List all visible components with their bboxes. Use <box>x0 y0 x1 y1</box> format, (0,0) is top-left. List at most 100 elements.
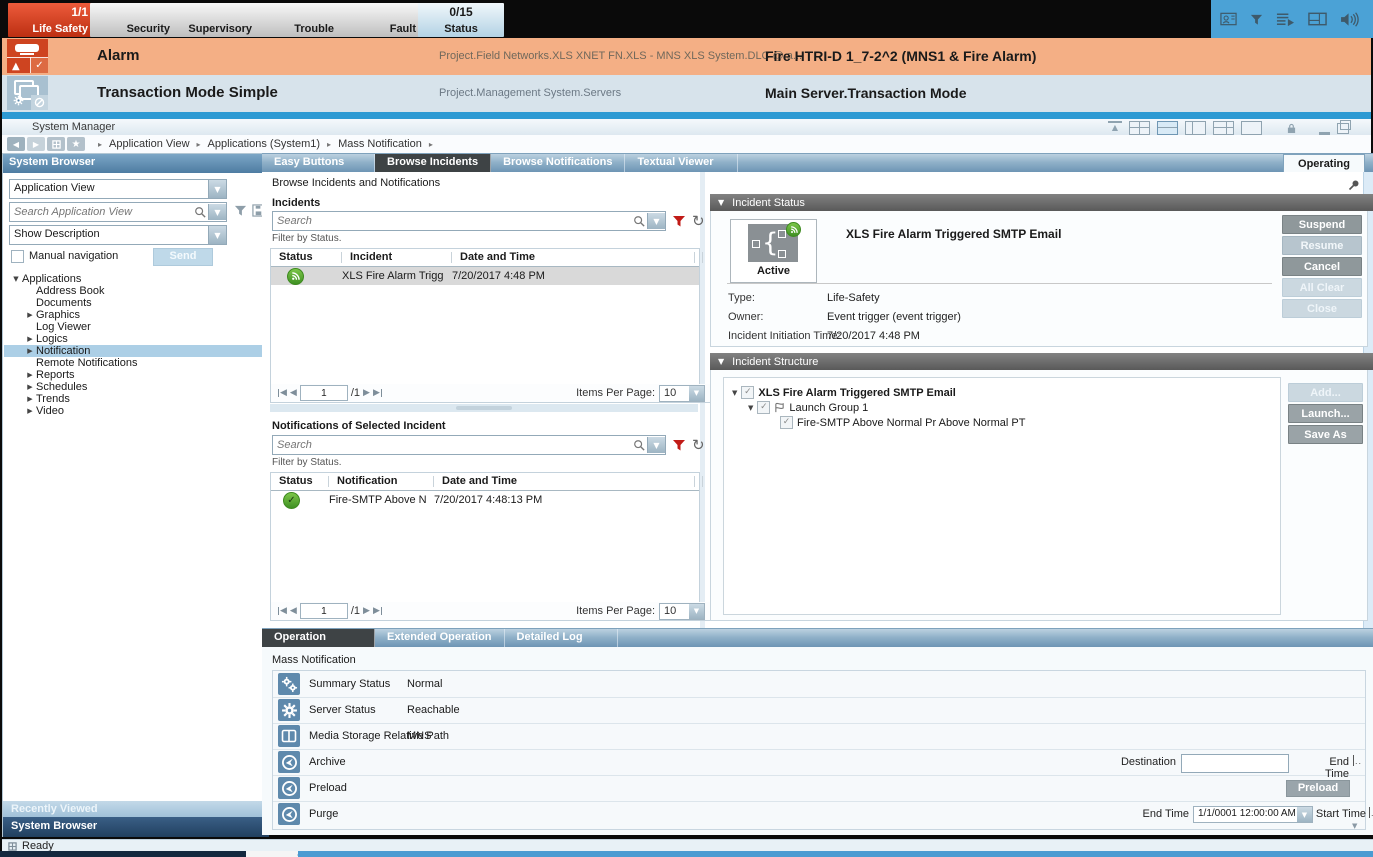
lock-icon[interactable] <box>1287 123 1296 134</box>
chevron-down-icon[interactable]: ▼ <box>208 226 226 244</box>
tree-item-reports[interactable]: ▶Reports <box>4 369 280 381</box>
incident-status-header[interactable]: ▼ Incident Status <box>710 194 1373 211</box>
supervisory-button[interactable]: Supervisory <box>172 3 258 37</box>
send-button[interactable]: Send <box>153 248 213 266</box>
refresh-icon[interactable]: ↻ <box>692 439 705 451</box>
datetime-picker-icon[interactable]: .. <box>1353 755 1362 766</box>
close-button[interactable]: Close <box>1282 299 1362 318</box>
layout-panes-icon[interactable] <box>1308 12 1327 26</box>
page-prev-icon[interactable]: ◀ <box>290 606 297 616</box>
tree-item-applications[interactable]: ▼Applications <box>4 273 266 285</box>
breadcrumb-item-mass-notification[interactable]: Mass Notification <box>338 138 422 150</box>
page-number-input[interactable] <box>300 385 348 401</box>
collapse-icon[interactable]: ▼ <box>718 198 724 207</box>
tree-item-schedules[interactable]: ▶Schedules <box>4 381 280 393</box>
tab-operation[interactable]: Operation <box>262 629 375 648</box>
tab-extended-operation[interactable]: Extended Operation <box>375 629 505 648</box>
filter-status-icon[interactable] <box>672 438 686 452</box>
manual-navigation-checkbox[interactable] <box>11 250 24 263</box>
breadcrumb-item-applications[interactable]: Applications (System1) <box>208 138 321 150</box>
layout-hsplit-icon[interactable] <box>1157 121 1178 135</box>
restore-icon[interactable] <box>1337 123 1349 134</box>
layout-leftcol-icon[interactable] <box>1185 121 1206 135</box>
horizontal-scrollbar[interactable] <box>0 851 1373 857</box>
add-button[interactable]: Add... <box>1288 383 1363 402</box>
launch-button[interactable]: Launch... <box>1288 404 1363 423</box>
collapse-icon[interactable]: ▼ <box>718 357 724 366</box>
tab-easy-buttons[interactable]: Easy Buttons <box>262 154 375 173</box>
destination-input[interactable] <box>1181 754 1289 773</box>
alarm-event-row[interactable]: ▲ ✓ Alarm Project.Field Networks.XLS XNE… <box>2 38 1371 75</box>
minimize-icon[interactable] <box>1319 122 1330 135</box>
resume-button[interactable]: Resume <box>1282 236 1362 255</box>
col-datetime[interactable]: Date and Time <box>434 473 695 490</box>
tab-browse-incidents[interactable]: Browse Incidents <box>375 154 491 173</box>
col-notification[interactable]: Notification <box>329 473 434 490</box>
structure-leaf-item[interactable]: ✓ Fire-SMTP Above Normal Pr Above Normal… <box>780 416 1025 429</box>
purge-action-icon[interactable] <box>278 803 300 825</box>
archive-action-icon[interactable] <box>278 751 300 773</box>
fault-button[interactable]: Fault <box>336 3 422 37</box>
scroll-down-icon[interactable]: ▼ <box>1352 822 1357 830</box>
preload-button[interactable]: Preload <box>1286 780 1350 797</box>
tree-item-logics[interactable]: ▶Logics <box>4 333 280 345</box>
tab-detailed-log[interactable]: Detailed Log <box>505 629 618 648</box>
tree-item-documents[interactable]: Documents <box>4 297 280 309</box>
col-status[interactable]: Status <box>271 249 342 266</box>
smoke-detector-alarm-icon[interactable]: ▲ ✓ <box>7 39 48 73</box>
suspend-button[interactable]: Suspend <box>1282 215 1362 234</box>
incident-row[interactable]: XLS Fire Alarm Triggere 7/20/2017 4:48 P… <box>271 267 699 285</box>
save-as-button[interactable]: Save As <box>1288 425 1363 444</box>
items-per-page-select[interactable]: 10 ▼ <box>659 385 705 402</box>
all-clear-button[interactable]: All Clear <box>1282 278 1362 297</box>
preload-action-icon[interactable] <box>278 777 300 799</box>
scrollbar-thumb[interactable] <box>246 851 298 857</box>
structure-group-item[interactable]: ▼ ✓ Launch Group 1 <box>748 401 868 414</box>
view-selector[interactable]: Application View ▼ <box>9 179 227 199</box>
tab-browse-notifications[interactable]: Browse Notifications <box>491 154 625 173</box>
breadcrumb-item-application-view[interactable]: Application View <box>109 138 190 150</box>
notification-row[interactable]: ✓ Fire-SMTP Above Nor 7/20/2017 4:48:13 … <box>271 491 699 509</box>
chevron-down-icon[interactable]: ▼ <box>647 437 665 453</box>
tree-item-graphics[interactable]: ▶Graphics <box>4 309 280 321</box>
page-next-icon[interactable]: ▶ <box>363 606 370 616</box>
notifications-search-input[interactable] <box>273 439 633 451</box>
nav-history-icon[interactable] <box>47 137 65 151</box>
tree-item-video[interactable]: ▶Video <box>4 405 280 417</box>
page-next-icon[interactable]: ▶ <box>363 388 370 398</box>
layout-single-icon[interactable] <box>1241 121 1262 135</box>
life-safety-button[interactable]: 1/1 Life Safety <box>8 3 94 37</box>
purge-end-time-select[interactable]: 1/1/0001 12:00:00 AM ▼ <box>1193 806 1313 823</box>
page-last-icon[interactable]: ▶ <box>373 606 383 616</box>
checkbox-checked[interactable]: ✓ <box>741 386 754 399</box>
transaction-event-row[interactable]: Transaction Mode Simple Project.Manageme… <box>2 75 1371 112</box>
cancel-button[interactable]: Cancel <box>1282 257 1362 276</box>
report-viewer-icon[interactable] <box>1220 12 1237 26</box>
tree-item-remote-notifications[interactable]: Remote Notifications <box>4 357 280 369</box>
filter-icon[interactable] <box>1250 13 1263 26</box>
tree-item-log-viewer[interactable]: Log Viewer <box>4 321 280 333</box>
sidebar-filter-icon[interactable] <box>234 204 247 217</box>
trouble-button[interactable]: Trouble <box>254 3 340 37</box>
tab-operating[interactable]: Operating <box>1283 154 1365 173</box>
expand-icon[interactable]: ▼ <box>748 404 753 412</box>
transaction-mode-icon[interactable] <box>7 76 48 110</box>
description-selector[interactable]: Show Description ▼ <box>9 225 227 245</box>
col-datetime[interactable]: Date and Time <box>452 249 695 266</box>
chevron-down-icon[interactable]: ▼ <box>208 204 226 220</box>
security-button[interactable]: Security <box>90 3 176 37</box>
incidents-search-input[interactable] <box>273 215 633 227</box>
nav-favorite-icon[interactable]: ★ <box>67 137 85 151</box>
layout-grid-icon[interactable] <box>1213 121 1234 135</box>
refresh-icon[interactable]: ↻ <box>692 215 705 227</box>
tab-textual-viewer[interactable]: Textual Viewer <box>625 154 738 173</box>
tree-item-trends[interactable]: ▶Trends <box>4 393 280 405</box>
speaker-icon[interactable] <box>1340 12 1359 27</box>
chevron-down-icon[interactable]: ▼ <box>647 213 665 229</box>
page-first-icon[interactable]: ◀ <box>277 606 287 616</box>
pin-icon[interactable] <box>1348 179 1360 191</box>
tree-item-address-book[interactable]: Address Book <box>4 285 280 297</box>
incident-structure-header[interactable]: ▼ Incident Structure <box>710 353 1373 370</box>
datetime-picker-icon[interactable]: .. <box>1369 807 1373 818</box>
checkbox-checked[interactable]: ✓ <box>757 401 770 414</box>
